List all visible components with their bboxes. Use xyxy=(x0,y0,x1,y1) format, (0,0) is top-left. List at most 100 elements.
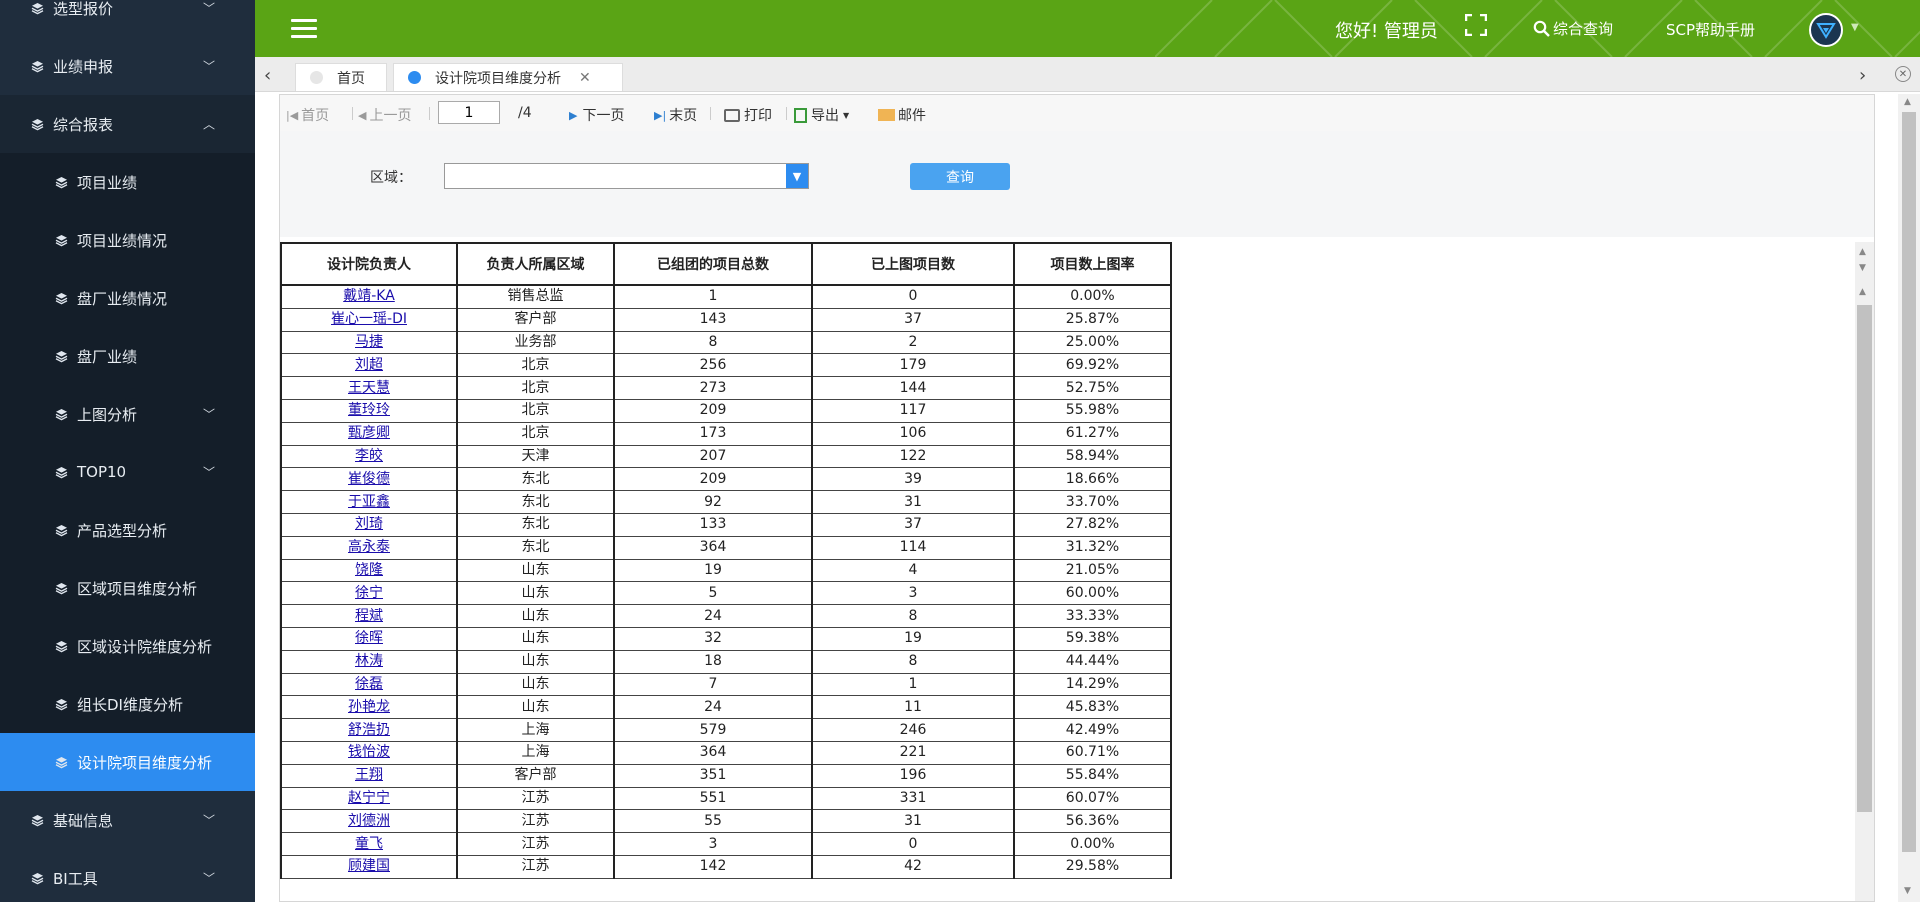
avatar-caret-icon[interactable]: ▼ xyxy=(1851,22,1859,33)
scroll-down-icon[interactable]: ▼ xyxy=(1904,886,1911,896)
search-link[interactable]: 综合查询 xyxy=(1533,18,1613,39)
table-scrollbar[interactable]: ▲ ▼ ▲ xyxy=(1855,242,1874,901)
table-cell[interactable]: 刘超 xyxy=(280,353,458,378)
sidebar-item[interactable]: 区域项目维度分析 xyxy=(0,559,255,617)
designer-link[interactable]: 赵宁宁 xyxy=(348,790,390,806)
next-page-button[interactable]: ▶ 下一页 xyxy=(569,105,624,125)
tabs-left-arrow-icon[interactable]: ‹ xyxy=(264,65,271,86)
designer-link[interactable]: 于亚鑫 xyxy=(348,494,390,510)
first-page-button[interactable]: |◀ 首页 xyxy=(286,105,329,125)
designer-link[interactable]: 崔俊德 xyxy=(348,471,390,487)
export-button[interactable]: 导出 ▼ xyxy=(794,105,849,125)
scroll-up-icon[interactable]: ▲ xyxy=(1859,287,1866,297)
query-button[interactable]: 查询 xyxy=(910,163,1010,190)
designer-link[interactable]: 刘琦 xyxy=(355,516,383,532)
scrollbar-thumb[interactable] xyxy=(1902,112,1916,852)
table-cell[interactable]: 徐磊 xyxy=(280,672,458,697)
tab-home[interactable]: 首页 xyxy=(295,63,387,91)
close-icon[interactable]: ✕ xyxy=(579,70,591,86)
table-cell[interactable]: 刘德洲 xyxy=(280,809,458,834)
sidebar-item[interactable]: 设计院项目维度分析 xyxy=(0,733,255,791)
sidebar-item[interactable]: 项目业绩 xyxy=(0,153,255,211)
sidebar-item[interactable]: 综合报表 ︿ xyxy=(0,95,255,153)
table-cell[interactable]: 于亚鑫 xyxy=(280,490,458,514)
table-cell[interactable]: 孙艳龙 xyxy=(280,695,458,720)
table-cell[interactable]: 刘琦 xyxy=(280,512,458,537)
designer-link[interactable]: 徐晖 xyxy=(355,630,383,646)
table-cell[interactable]: 童飞 xyxy=(280,832,458,856)
designer-link[interactable]: 戴靖-KA xyxy=(343,288,395,304)
prev-page-button[interactable]: ◀ 上一页 xyxy=(358,105,411,125)
table-cell[interactable]: 王天慧 xyxy=(280,376,458,400)
designer-link[interactable]: 徐磊 xyxy=(355,676,383,692)
designer-link[interactable]: 甄彦卿 xyxy=(348,425,390,441)
table-cell[interactable]: 赵宁宁 xyxy=(280,786,458,811)
table-cell[interactable]: 李皎 xyxy=(280,444,458,469)
region-select[interactable]: ▼ xyxy=(444,163,809,189)
tab-design-institute-analysis[interactable]: 设计院项目维度分析 ✕ xyxy=(393,63,623,91)
designer-link[interactable]: 童飞 xyxy=(355,836,383,852)
designer-link[interactable]: 王翔 xyxy=(355,767,383,783)
table-cell[interactable]: 董玲玲 xyxy=(280,398,458,423)
designer-link[interactable]: 刘德洲 xyxy=(348,813,390,829)
table-cell[interactable]: 甄彦卿 xyxy=(280,421,458,446)
designer-link[interactable]: 徐宁 xyxy=(355,585,383,601)
fullscreen-icon[interactable] xyxy=(1465,14,1487,36)
designer-link[interactable]: 董玲玲 xyxy=(348,402,390,418)
sidebar-item[interactable]: TOP10 ﹀ xyxy=(0,443,255,501)
designer-link[interactable]: 舒浩扔 xyxy=(348,722,390,738)
table-cell[interactable]: 林涛 xyxy=(280,649,458,674)
avatar[interactable] xyxy=(1809,13,1843,47)
scrollbar-thumb[interactable] xyxy=(1857,305,1872,812)
sidebar-item[interactable]: 项目业绩情况 xyxy=(0,211,255,269)
designer-link[interactable]: 钱怡波 xyxy=(348,744,390,760)
sidebar-item[interactable]: BI工具 ﹀ xyxy=(0,849,255,902)
sidebar-item[interactable]: 上图分析 ﹀ xyxy=(0,385,255,443)
mail-button[interactable]: 邮件 xyxy=(878,105,926,125)
sidebar-item[interactable]: 盘厂业绩情况 xyxy=(0,269,255,327)
designer-link[interactable]: 李皎 xyxy=(355,448,383,464)
designer-link[interactable]: 崔心一瑶-DI xyxy=(331,311,407,327)
designer-link[interactable]: 饶隆 xyxy=(355,562,383,578)
designer-link[interactable]: 高永泰 xyxy=(348,539,390,555)
table-cell[interactable]: 高永泰 xyxy=(280,535,458,560)
designer-link[interactable]: 王天慧 xyxy=(348,380,390,396)
table-cell[interactable]: 程斌 xyxy=(280,604,458,628)
sidebar-item[interactable]: 基础信息 ﹀ xyxy=(0,791,255,849)
table-cell[interactable]: 马捷 xyxy=(280,330,458,355)
page-number-input[interactable] xyxy=(438,101,500,124)
chevron-down-icon[interactable]: ▼ xyxy=(786,164,808,188)
designer-link[interactable]: 马捷 xyxy=(355,334,383,350)
designer-link[interactable]: 程斌 xyxy=(355,608,383,624)
designer-link[interactable]: 刘超 xyxy=(355,357,383,373)
menu-toggle-icon[interactable] xyxy=(291,19,317,39)
designer-link[interactable]: 顾建国 xyxy=(348,858,390,874)
print-button[interactable]: 打印 xyxy=(724,105,772,125)
sidebar-item[interactable]: 产品选型分析 xyxy=(0,501,255,559)
last-page-button[interactable]: ▶| 末页 xyxy=(654,105,697,125)
sidebar-item[interactable]: 盘厂业绩 xyxy=(0,327,255,385)
sidebar-item[interactable]: 区域设计院维度分析 xyxy=(0,617,255,675)
sidebar-item[interactable]: 组长DI维度分析 xyxy=(0,675,255,733)
table-cell[interactable]: 饶隆 xyxy=(280,558,458,583)
table-cell[interactable]: 舒浩扔 xyxy=(280,718,458,742)
close-all-tabs-icon[interactable]: ✕ xyxy=(1895,66,1911,82)
scroll-up-icon[interactable]: ▲ xyxy=(1904,97,1911,107)
table-cell[interactable]: 钱怡波 xyxy=(280,740,458,765)
page-scrollbar[interactable]: ▲ ▼ xyxy=(1898,94,1920,902)
table-cell[interactable]: 戴靖-KA xyxy=(280,284,458,309)
table-cell[interactable]: 徐晖 xyxy=(280,626,458,651)
scroll-down-icon[interactable]: ▼ xyxy=(1859,263,1866,273)
scroll-up-icon[interactable]: ▲ xyxy=(1859,247,1866,257)
table-cell[interactable]: 顾建国 xyxy=(280,854,458,879)
table-cell[interactable]: 崔俊德 xyxy=(280,467,458,492)
designer-link[interactable]: 林涛 xyxy=(355,653,383,669)
table-cell[interactable]: 王翔 xyxy=(280,763,458,788)
tabs-right-arrow-icon[interactable]: › xyxy=(1859,65,1866,86)
sidebar-item[interactable]: 业绩申报 ﹀ xyxy=(0,37,255,95)
designer-link[interactable]: 孙艳龙 xyxy=(348,699,390,715)
table-cell[interactable]: 崔心一瑶-DI xyxy=(280,307,458,332)
help-manual-link[interactable]: SCP帮助手册 xyxy=(1666,19,1755,40)
sidebar-item[interactable]: 选型报价 ﹀ xyxy=(0,0,255,37)
table-cell[interactable]: 徐宁 xyxy=(280,581,458,606)
